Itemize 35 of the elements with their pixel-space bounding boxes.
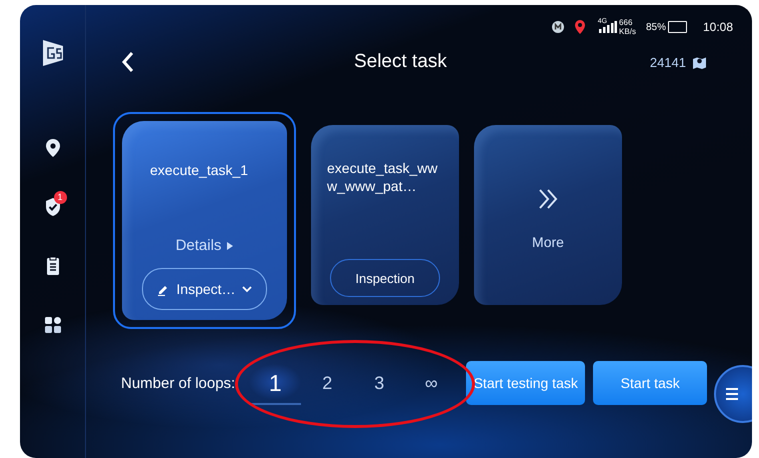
task-card[interactable]: execute_task_www_www_pat… Inspection — [311, 125, 459, 305]
location-pin-icon — [574, 20, 586, 34]
clock-time: 10:08 — [702, 20, 733, 34]
gs-logo — [42, 39, 64, 67]
map-pin-icon — [692, 54, 707, 70]
task-type: Inspect… — [176, 281, 236, 297]
more-card[interactable]: More — [474, 125, 622, 305]
battery-percent: 85% — [646, 22, 666, 32]
loop-option[interactable]: 2 — [301, 361, 354, 405]
task-type-dropdown[interactable]: Inspect… — [142, 268, 267, 310]
sidebar-item[interactable]: 1 — [38, 192, 68, 222]
map-count: 24141 — [650, 54, 686, 70]
battery-icon — [668, 21, 687, 33]
menu-icon — [724, 386, 740, 402]
loop-option[interactable]: ∞ — [405, 361, 458, 405]
notification-count: 1 — [54, 191, 67, 204]
more-label: More — [532, 234, 564, 250]
chevron-down-icon — [242, 286, 252, 292]
loop-option[interactable]: 3 — [353, 361, 406, 405]
details-link[interactable]: Details — [176, 237, 234, 254]
back-chevron-icon — [121, 51, 135, 73]
m-icon — [552, 21, 564, 33]
apps-grid-icon — [42, 315, 62, 335]
caret-right-icon — [227, 242, 234, 250]
task-name: execute_task_www_www_pat… — [327, 159, 439, 195]
task-card[interactable]: execute_task_1 Details Inspect… — [122, 121, 287, 320]
task-type: Inspection — [355, 270, 415, 286]
speed-unit: KB/s — [619, 27, 636, 36]
details-text: Details — [176, 237, 222, 254]
task-name: execute_task_1 — [150, 161, 250, 179]
task-type-button[interactable]: Inspection — [330, 259, 440, 297]
double-chevron-icon — [537, 188, 559, 210]
network-speed: 666 — [619, 18, 634, 27]
loops-label: Number of loops: — [121, 374, 236, 392]
page-title: Select task — [352, 51, 448, 73]
